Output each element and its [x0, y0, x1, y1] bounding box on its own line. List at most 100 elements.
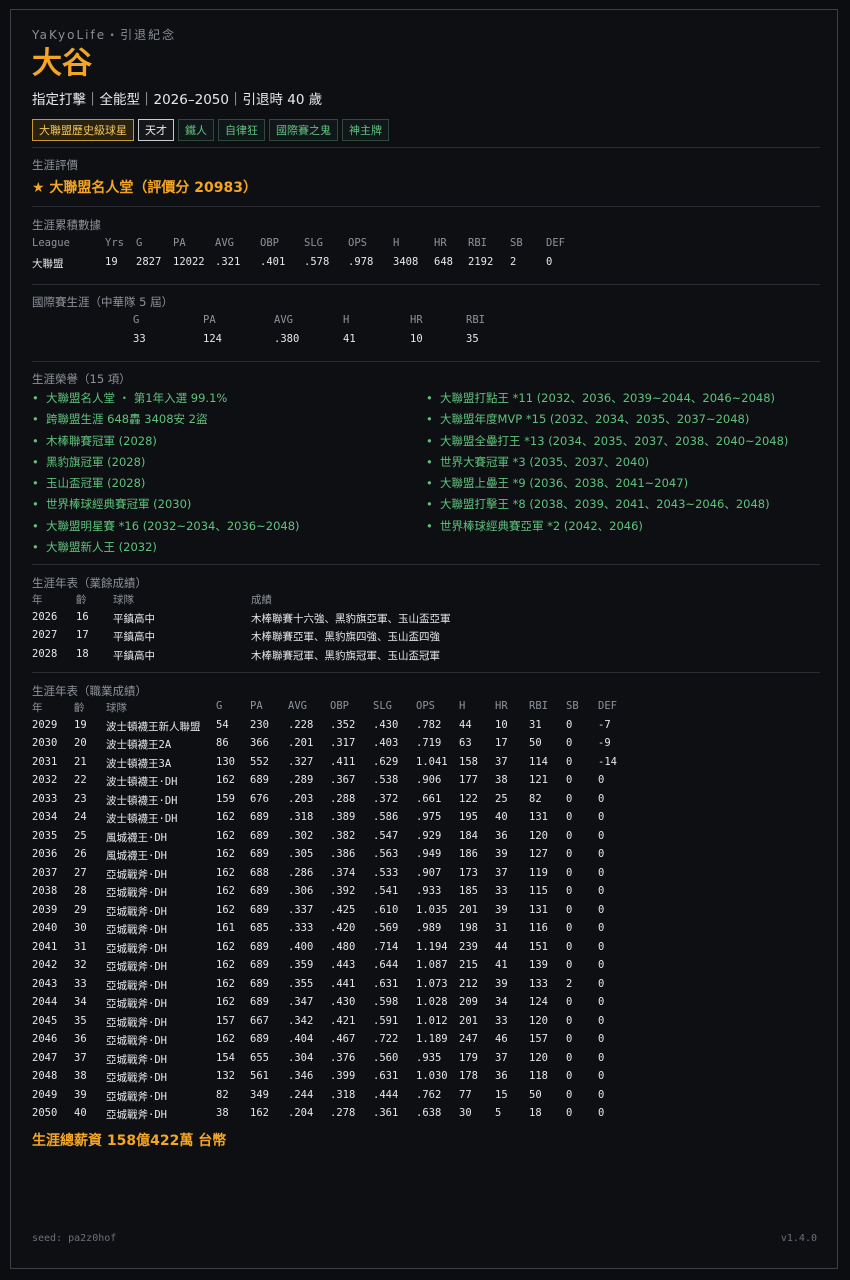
- table-cell: 2192: [468, 255, 494, 268]
- table-cell: 20: [74, 737, 87, 750]
- table-cell: 亞城戰斧·DH: [106, 1109, 167, 1122]
- bullet-icon: •: [426, 476, 433, 491]
- table-cell: 1.041: [416, 755, 448, 768]
- table-cell: 0: [598, 1088, 605, 1101]
- table-cell: 2046: [32, 1033, 58, 1046]
- table-cell: 1.073: [416, 977, 448, 990]
- honors-right-column: • 大聯盟打點王 *11 (2032、2036、2039~2044、2046~20…: [426, 388, 820, 558]
- table-cell: 37: [495, 866, 508, 879]
- table-cell: .361: [373, 1107, 399, 1120]
- table-cell: 2040: [32, 922, 58, 935]
- table-cell: .638: [416, 1107, 442, 1120]
- table-row: 2032 22 波士頓襪王·DH 162 689 .289 .367 .538 .906 177 3…: [32, 774, 820, 793]
- bullet-icon: •: [32, 412, 39, 427]
- honor-text: 大聯盟明星賽 *16 (2032~2034、2036~2048): [46, 518, 300, 533]
- table-row: 2046 36 亞城戰斧·DH 162 689 .404 .467 .722 1.189 247 4…: [32, 1033, 820, 1052]
- table-cell: 159: [216, 792, 235, 805]
- table-cell: 2: [566, 977, 573, 990]
- table-cell: 0: [566, 848, 573, 861]
- table-cell: SLG: [373, 700, 392, 713]
- table-cell: 10: [410, 332, 423, 345]
- table-row: 2033 23 波士頓襪王·DH 159 676 .203 .288 .372 .661 122 2…: [32, 793, 820, 812]
- table-cell: 0: [598, 866, 605, 879]
- table-cell: 561: [250, 1070, 269, 1083]
- table-cell: 118: [529, 1070, 548, 1083]
- table-cell: 0: [546, 255, 553, 268]
- table-cell: 10: [495, 718, 508, 731]
- table-row: 2031 21 波士頓襪王3A 130 552 .327 .411 .629 1.041 158 3…: [32, 756, 820, 775]
- honor-text: 大聯盟打擊王 *8 (2038、2039、2041、2043~2046、2048…: [440, 497, 770, 512]
- bullet-icon: •: [426, 497, 433, 512]
- table-cell: 82: [529, 792, 542, 805]
- table-cell: 162: [216, 996, 235, 1009]
- table-cell: .533: [373, 866, 399, 879]
- table-cell: 0: [598, 959, 605, 972]
- table-row: 2049 39 亞城戰斧·DH 82 349 .244 .318 .444 .762 77 15 50…: [32, 1089, 820, 1108]
- table-header-row: League Yrs G PA AVG OBP SLG OPS H HR RBI SB DEF: [32, 237, 820, 256]
- table-cell: 185: [459, 885, 478, 898]
- table-cell: 亞城戰斧·DH: [106, 887, 167, 900]
- divider: [32, 147, 820, 148]
- table-cell: 風城襪王·DH: [106, 831, 167, 844]
- table-cell: .337: [288, 903, 314, 916]
- table-row: 2047 37 亞城戰斧·DH 154 655 .304 .376 .560 .935 179 37…: [32, 1052, 820, 1071]
- table-cell: 2026: [32, 610, 58, 623]
- table-cell: 119: [529, 866, 548, 879]
- table-cell: .289: [288, 774, 314, 787]
- table-cell: 552: [250, 755, 269, 768]
- table-cell: 0: [598, 811, 605, 824]
- table-cell: 349: [250, 1088, 269, 1101]
- table-cell: .719: [416, 737, 442, 750]
- table-cell: 0: [566, 774, 573, 787]
- table-cell: 波士頓襪王2A: [106, 739, 172, 752]
- table-cell: 12022: [173, 255, 205, 268]
- table-row: 2038 28 亞城戰斧·DH 162 689 .306 .392 .541 .933 185 33…: [32, 885, 820, 904]
- table-cell: 2035: [32, 829, 58, 842]
- table-cell: 179: [459, 1051, 478, 1064]
- table-cell: 16: [76, 610, 89, 623]
- table-cell: .367: [330, 774, 356, 787]
- honor-text: 跨聯盟生涯 648轟 3408安 2盜: [46, 412, 208, 427]
- bullet-icon: •: [32, 454, 39, 469]
- table-cell: 139: [529, 959, 548, 972]
- table-cell: .204: [288, 1107, 314, 1120]
- table-cell: .372: [373, 792, 399, 805]
- table-cell: .286: [288, 866, 314, 879]
- table-cell: .430: [330, 996, 356, 1009]
- table-cell: 2036: [32, 848, 58, 861]
- table-cell: HR: [495, 700, 508, 713]
- table-cell: .444: [373, 1088, 399, 1101]
- table-cell: 亞城戰斧·DH: [106, 868, 167, 881]
- table-cell: 689: [250, 885, 269, 898]
- table-cell: .392: [330, 885, 356, 898]
- table-row: 2029 19 波士頓襪王新人聯盟 54 230 .228 .352 .430 .782 44 10…: [32, 719, 820, 738]
- honors-list: • 大聯盟名人堂 ・ 第1年入選 99.1% • 跨聯盟生涯 648轟 3408安 2…: [32, 388, 820, 558]
- honor-item: • 大聯盟明星賽 *16 (2032~2034、2036~2048): [32, 516, 426, 537]
- player-meta: 指定打擊｜全能型｜2026–2050｜引退時 40 歲: [32, 92, 323, 108]
- table-row: 2045 35 亞城戰斧·DH 157 667 .342 .421 .591 1.012 201 3…: [32, 1015, 820, 1034]
- table-cell: 63: [459, 737, 472, 750]
- table-cell: 2030: [32, 737, 58, 750]
- table-cell: 30: [459, 1107, 472, 1120]
- table-cell: 22: [74, 774, 87, 787]
- table-cell: 29: [74, 903, 87, 916]
- table-cell: 689: [250, 1033, 269, 1046]
- table-cell: 2038: [32, 885, 58, 898]
- table-cell: 34: [495, 996, 508, 1009]
- honor-text: 玉山盃冠軍 (2028): [46, 476, 146, 491]
- brand-label: YaKyoLife・引退紀念: [32, 28, 177, 42]
- table-cell: 2033: [32, 792, 58, 805]
- divider: [32, 672, 820, 674]
- table-cell: 球隊: [113, 594, 134, 607]
- table-cell: .467: [330, 1033, 356, 1046]
- table-cell: .302: [288, 829, 314, 842]
- table-cell: 2032: [32, 774, 58, 787]
- table-cell: 31: [495, 922, 508, 935]
- bullet-icon: •: [32, 497, 39, 512]
- table-cell: 木棒聯賽十六強、黑豹旗亞軍、玉山盃亞軍: [251, 612, 451, 625]
- honor-item: • 大聯盟打點王 *11 (2032、2036、2039~2044、2046~20…: [426, 388, 820, 409]
- table-cell: 28: [74, 885, 87, 898]
- table-cell: 162: [216, 903, 235, 916]
- table-cell: 亞城戰斧·DH: [106, 1072, 167, 1085]
- table-cell: 33: [133, 332, 146, 345]
